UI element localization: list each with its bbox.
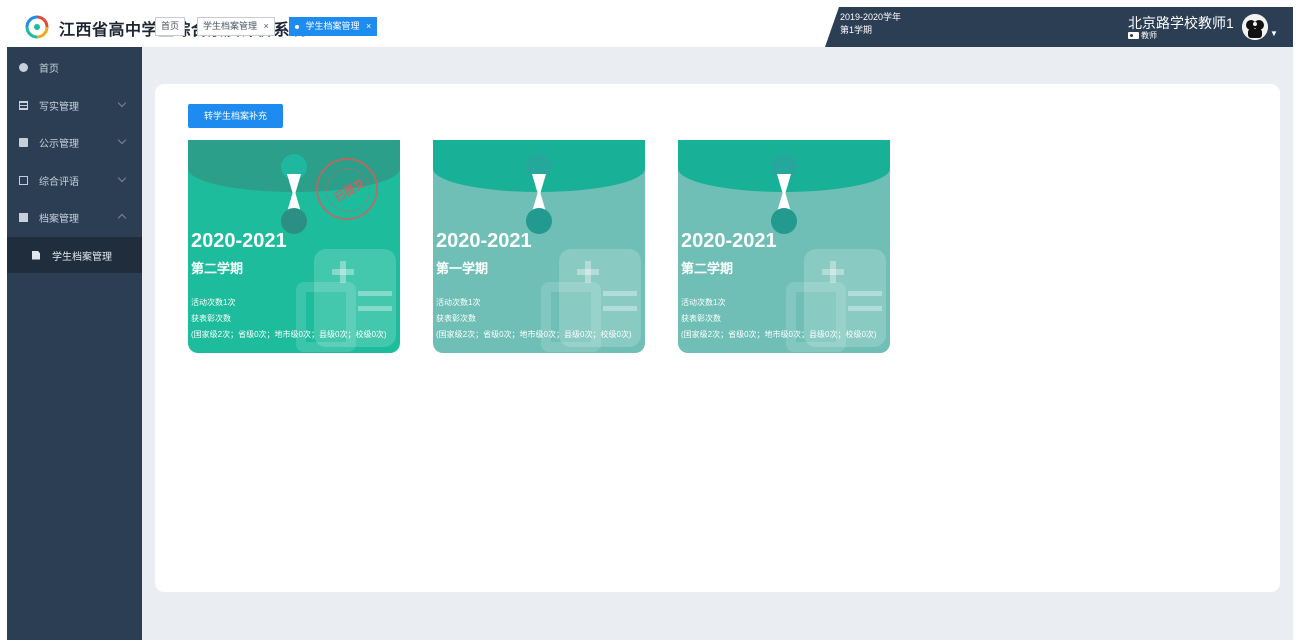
tab-home[interactable]: 首页	[155, 17, 186, 36]
card-semester: 第二学期	[681, 261, 734, 276]
sidebar-item-home[interactable]: 首页	[7, 49, 142, 86]
chevron-down-icon	[117, 135, 127, 145]
sidebar-item-publicity[interactable]: 公示管理	[7, 124, 142, 161]
chevron-down-icon[interactable]: ▼	[1270, 29, 1278, 38]
deco-shape	[848, 306, 882, 311]
chevron-up-icon	[117, 213, 127, 223]
user-role-label: 教师	[1141, 31, 1157, 40]
deco-shape	[358, 306, 392, 311]
sidebar-item-archive[interactable]: 档案管理	[7, 199, 142, 236]
card-activity-count: 活动次数1次	[681, 298, 726, 307]
term-semester: 第1学期	[840, 25, 873, 35]
deco-shape	[603, 291, 637, 296]
tie-string	[532, 174, 546, 212]
card-semester: 第一学期	[436, 261, 489, 276]
archive-card[interactable]: 2020-2021 第一学期 活动次数1次 获表彰次数 (国家级2次；省级0次；…	[433, 140, 645, 353]
user-role: 教师	[1128, 30, 1157, 41]
transfer-archive-supplement-button[interactable]: 转学生档案补充	[188, 104, 283, 128]
dashboard-icon	[19, 63, 28, 72]
edit-icon	[19, 176, 28, 185]
archive-card[interactable]: 已提交 2020-2021 第二学期 活动次数1次 获表彰次数 (国家级2次；省…	[188, 140, 400, 353]
tab-student-archive[interactable]: 学生档案管理 ×	[197, 17, 275, 36]
content-panel: 转学生档案补充 已提交 2020-2021 第二学期 活动次数1次 获表彰次数 …	[155, 84, 1280, 592]
chevron-down-icon	[117, 173, 127, 183]
document-icon	[19, 138, 28, 147]
sidebar-item-label: 综合评语	[39, 177, 79, 188]
card-year: 2020-2021	[436, 230, 532, 252]
submitted-stamp: 已提交	[316, 158, 378, 220]
card-award-title: 获表彰次数	[681, 314, 721, 323]
deco-shape	[603, 306, 637, 311]
file-icon	[32, 250, 40, 260]
sidebar-subitem-label: 学生档案管理	[52, 251, 112, 263]
sidebar-item-label: 写实管理	[39, 102, 79, 113]
avatar-image	[1242, 14, 1268, 40]
card-activity-count: 活动次数1次	[436, 298, 481, 307]
sidebar-item-label: 公示管理	[39, 139, 79, 150]
tab-label: 首页	[161, 21, 180, 31]
archive-card[interactable]: 2020-2021 第二学期 活动次数1次 获表彰次数 (国家级2次；省级0次；…	[678, 140, 890, 353]
sidebar-item-record[interactable]: 写实管理	[7, 87, 142, 124]
deco-shape	[848, 291, 882, 296]
card-award-detail: (国家级2次；省级0次；地市级0次；县级0次；校级0次)	[191, 330, 387, 339]
chevron-down-icon	[117, 98, 127, 108]
tab-label: 学生档案管理	[305, 21, 360, 31]
sidebar-subitem-student-archive[interactable]: 学生档案管理	[7, 237, 142, 273]
card-award-detail: (国家级2次；省级0次；地市级0次；县级0次；校级0次)	[436, 330, 632, 339]
tab-label: 学生档案管理	[203, 21, 258, 31]
card-award-title: 获表彰次数	[436, 314, 476, 323]
active-dot-icon	[295, 24, 299, 29]
term-year: 2019-2020学年	[840, 12, 902, 22]
list-icon	[19, 101, 28, 110]
sidebar-item-comment[interactable]: 综合评语	[7, 162, 142, 199]
card-year: 2020-2021	[191, 230, 287, 252]
deco-shape	[332, 269, 354, 275]
avatar[interactable]	[1242, 14, 1268, 40]
deco-shape	[822, 269, 844, 275]
close-icon[interactable]: ×	[264, 21, 269, 31]
logo-icon	[25, 15, 49, 39]
deco-shape	[358, 291, 392, 296]
card-award-title: 获表彰次数	[191, 314, 231, 323]
term-selector[interactable]: 2019-2020学年 第1学期	[840, 11, 901, 37]
archive-icon	[19, 213, 28, 222]
tie-string	[287, 174, 301, 212]
close-icon[interactable]: ×	[366, 21, 371, 31]
sidebar-item-label: 首页	[39, 64, 59, 75]
card-award-detail: (国家级2次；省级0次；地市级0次；县级0次；校级0次)	[681, 330, 877, 339]
sidebar: 首页 写实管理 公示管理 综合评语 档案管理 学生档案管理	[7, 47, 142, 640]
tab-student-archive-active[interactable]: 学生档案管理 ×	[289, 17, 378, 36]
card-year: 2020-2021	[681, 230, 777, 252]
deco-shape	[577, 269, 599, 275]
id-card-icon	[1128, 32, 1139, 39]
app-frame: 江西省高中学生综合素质评价系统 2019-2020学年 第1学期 北京路学校教师…	[7, 7, 1293, 640]
tie-string	[777, 174, 791, 212]
stamp-text: 已提交	[332, 177, 368, 205]
card-activity-count: 活动次数1次	[191, 298, 236, 307]
card-semester: 第二学期	[191, 261, 244, 276]
sidebar-item-label: 档案管理	[39, 214, 79, 225]
